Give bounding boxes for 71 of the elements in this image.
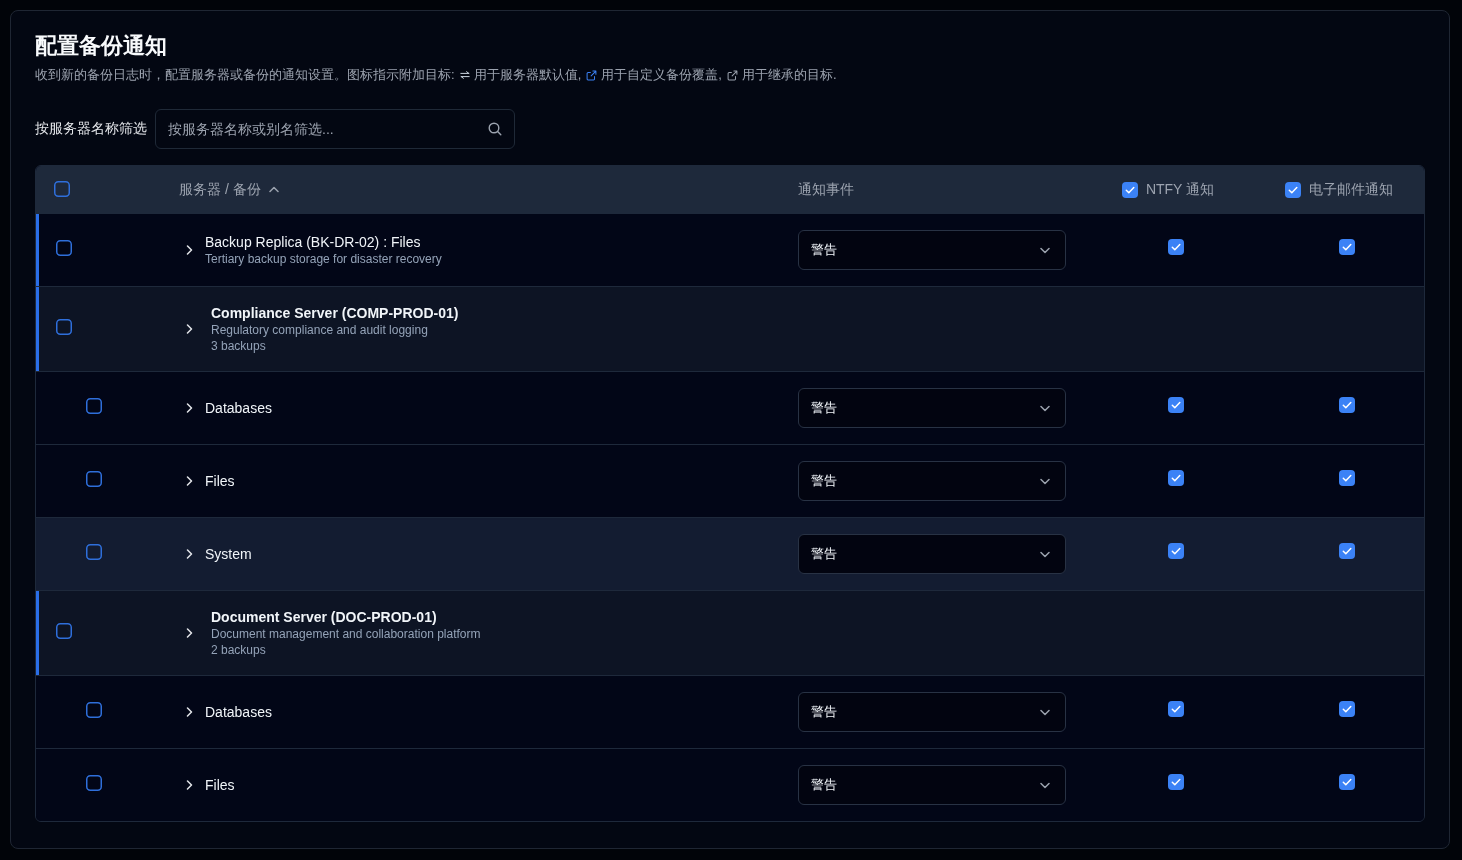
chevron-right-icon[interactable] — [186, 707, 193, 717]
column-header: 通知事件 — [798, 180, 854, 199]
checkbox[interactable] — [1168, 543, 1184, 559]
page-title: 配置备份通知 — [35, 32, 168, 60]
backup-description: Tertiary backup storage for disaster recovery — [205, 251, 442, 267]
checkbox[interactable] — [54, 180, 70, 197]
server-description: Document management and collaboration platform — [211, 626, 481, 642]
chevron-right-icon[interactable] — [186, 476, 193, 486]
chevron-right-icon[interactable] — [186, 549, 193, 559]
backup-count: 3 backups — [211, 338, 267, 354]
search-icon — [488, 122, 502, 136]
legend-text: 用于继承的目标. — [741, 66, 837, 84]
checkbox[interactable] — [1339, 470, 1355, 486]
server-name: Document Server (DOC-PROD-01) — [211, 608, 438, 626]
server-description: Regulatory compliance and audit logging — [211, 322, 429, 338]
checkbox[interactable] — [1168, 470, 1184, 486]
checkbox[interactable] — [1339, 543, 1355, 559]
description-text: 收到新的备份日志时，配置服务器或备份的通知设置。图标指示附加目标: — [35, 66, 455, 84]
event-select[interactable]: 警告 — [798, 461, 1066, 501]
filter-label: 按服务器名称筛选 — [35, 120, 147, 138]
checkbox[interactable] — [1339, 774, 1355, 790]
checkbox[interactable] — [1339, 701, 1355, 717]
swap-arrows-icon — [459, 71, 470, 79]
backup-name: Files — [205, 472, 235, 490]
chevron-down-icon — [1040, 477, 1050, 485]
checkbox[interactable] — [86, 702, 102, 718]
chevron-down-icon — [1040, 404, 1050, 412]
checkbox[interactable] — [1168, 774, 1184, 790]
chevron-right-icon[interactable] — [186, 628, 193, 638]
checkbox[interactable] — [1168, 397, 1184, 413]
chevron-down-icon — [1040, 708, 1050, 716]
checkbox[interactable] — [1339, 239, 1355, 255]
checkbox[interactable] — [1168, 239, 1184, 255]
chevron-down-icon — [1040, 781, 1050, 789]
event-select[interactable]: 警告 — [798, 388, 1066, 428]
backup-name: Databases — [205, 703, 272, 721]
external-link-icon — [586, 69, 598, 81]
chevron-down-icon — [1040, 246, 1050, 254]
legend-text: 用于服务器默认值, — [473, 66, 582, 84]
checkbox[interactable] — [86, 398, 102, 414]
backup-name: Files — [205, 776, 235, 794]
chevron-right-icon[interactable] — [186, 324, 193, 334]
backup-name: Backup Replica (BK-DR-02) : Files — [205, 233, 422, 251]
checkbox[interactable] — [86, 544, 102, 560]
chevron-down-icon — [1040, 550, 1050, 558]
checkbox[interactable] — [1121, 181, 1138, 198]
event-select[interactable]: 警告 — [798, 765, 1066, 805]
chevron-right-icon[interactable] — [186, 403, 193, 413]
checkbox[interactable] — [1339, 397, 1355, 413]
column-header: NTFY 通知 — [1145, 180, 1215, 199]
checkbox[interactable] — [1285, 181, 1301, 198]
legend-text: 用于自定义备份覆盖, — [601, 66, 722, 84]
chevron-right-icon[interactable] — [186, 245, 193, 255]
backup-count: 2 backups — [211, 642, 267, 658]
backup-name: Databases — [205, 399, 272, 417]
checkbox[interactable] — [56, 240, 72, 256]
chevron-right-icon[interactable] — [186, 780, 193, 790]
sort-header-button[interactable]: 服务器 / 备份 — [179, 180, 279, 199]
event-select[interactable]: 警告 — [798, 230, 1066, 270]
event-select[interactable]: 警告 — [798, 692, 1066, 732]
external-link-icon — [726, 69, 738, 81]
column-header: 电子邮件通知 — [1309, 180, 1393, 199]
checkbox[interactable] — [86, 775, 102, 791]
checkbox[interactable] — [56, 623, 72, 639]
search-field[interactable]: 按服务器名称或别名筛选... — [155, 109, 515, 149]
event-select[interactable]: 警告 — [798, 534, 1066, 574]
server-name: Compliance Server (COMP-PROD-01) — [211, 304, 459, 322]
backup-name: System — [205, 545, 252, 563]
checkbox[interactable] — [1168, 701, 1184, 717]
checkbox[interactable] — [86, 471, 102, 487]
checkbox[interactable] — [56, 319, 72, 335]
